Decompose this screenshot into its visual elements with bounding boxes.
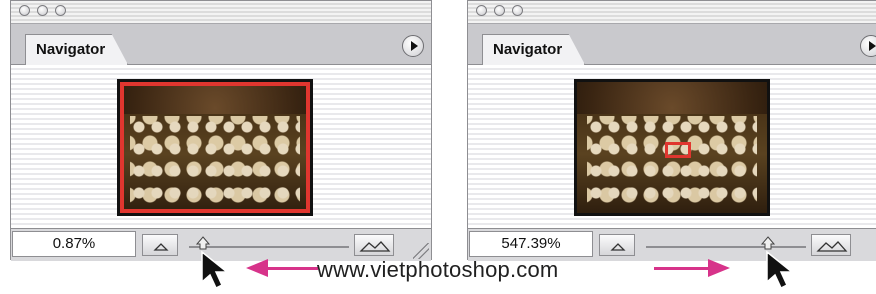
zoom-slider-track[interactable] xyxy=(189,246,349,248)
zoom-in-button[interactable] xyxy=(811,234,851,256)
arrow-left-line xyxy=(266,267,318,270)
close-window-icon[interactable] xyxy=(19,5,30,16)
navigator-preview xyxy=(468,65,876,229)
tab-navigator[interactable]: Navigator xyxy=(25,34,129,65)
mouse-pointer-icon xyxy=(766,250,795,290)
large-mountain-icon xyxy=(816,241,848,252)
tab-navigator[interactable]: Navigator xyxy=(482,34,586,65)
panel-menu-icon[interactable] xyxy=(860,35,876,57)
mouse-pointer-icon xyxy=(201,250,230,290)
small-mountain-icon xyxy=(153,243,169,251)
arrow-right-head xyxy=(708,259,730,277)
zoom-percentage-field[interactable]: 0.87% xyxy=(12,231,136,257)
website-caption: www.vietphotoshop.com xyxy=(317,257,559,282)
tab-row: Navigator xyxy=(11,24,431,65)
minimize-window-icon[interactable] xyxy=(37,5,48,16)
zoom-window-icon[interactable] xyxy=(512,5,523,16)
navigator-preview xyxy=(11,65,431,229)
zoom-slider-track[interactable] xyxy=(646,246,806,248)
navigator-panel-right: Navigator 547.39% xyxy=(467,0,876,261)
zoom-window-icon[interactable] xyxy=(55,5,66,16)
small-mountain-icon xyxy=(610,243,626,251)
navigator-panel-left: Navigator 0.87% xyxy=(10,0,432,261)
window-titlebar xyxy=(11,1,431,24)
photo-people xyxy=(587,116,757,206)
minimize-window-icon[interactable] xyxy=(494,5,505,16)
zoom-out-button[interactable] xyxy=(599,234,635,256)
zoom-out-button[interactable] xyxy=(142,234,178,256)
window-titlebar xyxy=(468,1,876,24)
view-box-indicator[interactable] xyxy=(665,142,691,158)
close-window-icon[interactable] xyxy=(476,5,487,16)
large-mountain-icon xyxy=(359,241,391,252)
zoom-slider-handle[interactable] xyxy=(196,236,210,250)
photo-thumbnail[interactable] xyxy=(117,79,313,216)
panel-menu-icon[interactable] xyxy=(402,35,424,57)
tab-row: Navigator xyxy=(468,24,876,65)
zoom-in-button[interactable] xyxy=(354,234,394,256)
zoom-slider-handle[interactable] xyxy=(761,236,775,250)
arrow-left-head xyxy=(246,259,268,277)
photo-thumbnail[interactable] xyxy=(574,79,770,216)
view-box-indicator[interactable] xyxy=(120,82,310,213)
zoom-percentage-field[interactable]: 547.39% xyxy=(469,231,593,257)
arrow-right-line xyxy=(654,267,710,270)
